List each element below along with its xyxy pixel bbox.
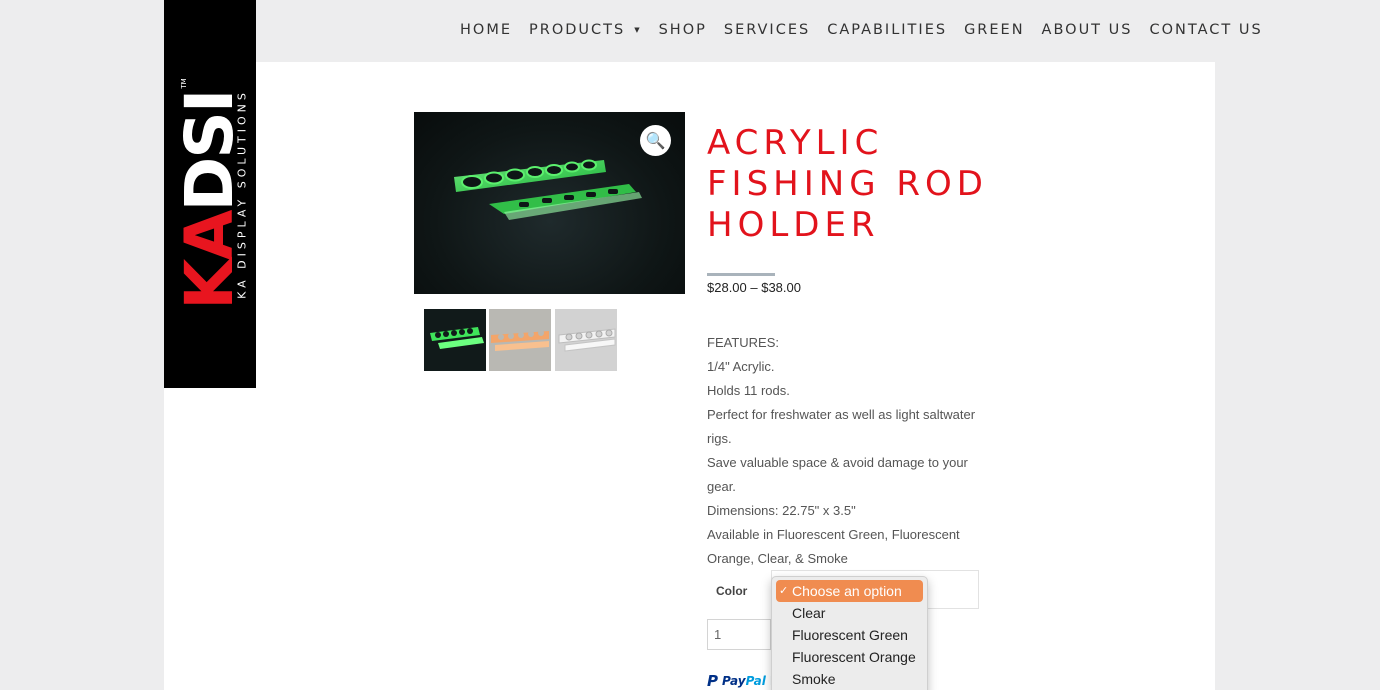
color-option-smoke[interactable]: Smoke: [776, 668, 923, 690]
logo-wordmark: KADSI TM: [171, 78, 248, 309]
product-price: $28.00 – $38.00: [707, 280, 801, 295]
quantity-input[interactable]: 1: [707, 619, 771, 650]
product-main-image[interactable]: 🔍: [414, 112, 685, 294]
color-label: Color: [716, 584, 748, 598]
title-divider: [707, 273, 775, 276]
thumbnail-green-image: [430, 327, 484, 349]
nav-contact-us[interactable]: CONTACT US: [1149, 22, 1262, 38]
nav-shop[interactable]: SHOP: [659, 22, 707, 38]
nav-services[interactable]: SERVICES: [724, 22, 810, 38]
product-title: ACRYLIC FISHING ROD HOLDER: [707, 123, 988, 245]
logo-trademark: TM: [180, 78, 188, 89]
thumbnail-orange[interactable]: [489, 309, 551, 371]
dropdown-caret-icon: ▼: [634, 26, 642, 34]
color-option-fluorescent-green[interactable]: Fluorescent Green: [776, 624, 923, 646]
zoom-button[interactable]: 🔍: [640, 125, 671, 156]
paypal-icon: P: [707, 672, 718, 690]
thumbnail-orange-image: [491, 330, 549, 351]
feature-item: Dimensions: 22.75" x 3.5": [707, 503, 856, 518]
color-dropdown-menu: ✓ Choose an option Clear Fluorescent Gre…: [771, 576, 928, 690]
logo-tagline: KA DISPLAY SOLUTIONS: [235, 89, 249, 299]
color-option-clear[interactable]: Clear: [776, 602, 923, 624]
nav-about-us[interactable]: ABOUT US: [1042, 22, 1133, 38]
color-option-fluorescent-orange[interactable]: Fluorescent Orange: [776, 646, 923, 668]
feature-item: 1/4" Acrylic.: [707, 359, 775, 374]
page-content-area: [164, 0, 1215, 690]
color-option-choose[interactable]: ✓ Choose an option: [776, 580, 923, 602]
nav-products[interactable]: PRODUCTS ▼: [529, 22, 642, 38]
feature-item: Holds 11 rods.: [707, 383, 790, 398]
feature-item: Save valuable space & avoid damage to yo…: [707, 455, 968, 494]
magnifier-icon: 🔍: [645, 131, 666, 150]
features-heading: FEATURES:: [707, 335, 779, 350]
thumbnail-green[interactable]: [424, 309, 486, 371]
product-description: FEATURES: 1/4" Acrylic. Holds 11 rods. P…: [707, 331, 982, 571]
main-nav: HOME PRODUCTS ▼ SHOP SERVICES CAPABILITIE…: [460, 22, 1263, 38]
feature-item: Perfect for freshwater as well as light …: [707, 407, 976, 446]
checkmark-icon: ✓: [779, 585, 789, 597]
thumbnail-clear[interactable]: [555, 309, 617, 371]
nav-capabilities[interactable]: CAPABILITIES: [827, 22, 947, 38]
nav-home[interactable]: HOME: [460, 22, 512, 38]
thumbnail-clear-image: [558, 328, 616, 352]
feature-item: Available in Fluorescent Green, Fluoresc…: [707, 527, 960, 566]
nav-green[interactable]: GREEN: [964, 22, 1024, 38]
paypal-button[interactable]: P PayPal B: [707, 672, 779, 690]
